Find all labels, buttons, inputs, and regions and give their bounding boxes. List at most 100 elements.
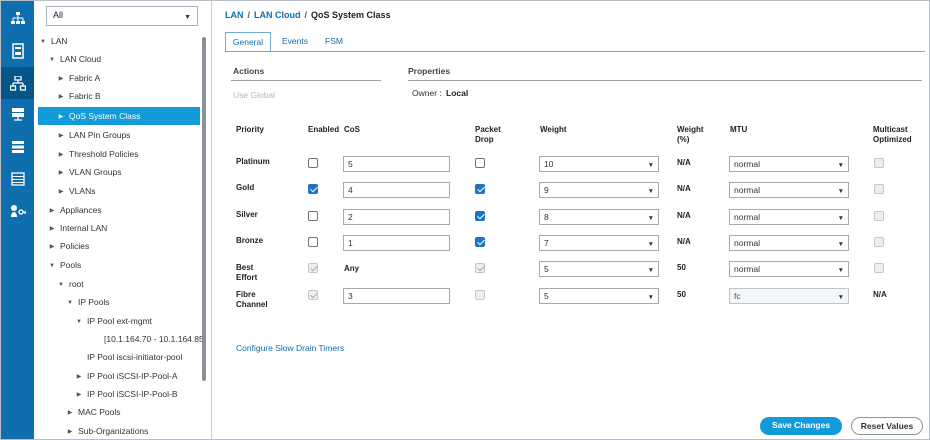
expand-down-icon[interactable]: ▼ [56, 276, 66, 294]
expand-down-icon[interactable]: ▼ [47, 51, 57, 69]
tab-general[interactable]: General [225, 32, 271, 52]
breadcrumb-lan-cloud[interactable]: LAN Cloud [254, 10, 301, 20]
expand-right-icon[interactable]: ▶ [47, 238, 57, 256]
expand-down-icon[interactable]: ▼ [47, 257, 57, 275]
expand-right-icon[interactable]: ▶ [65, 423, 75, 440]
tree-item[interactable]: ▶ Sub-Organizations [35, 422, 203, 440]
dropdown-arrow-icon: ▼ [647, 162, 654, 169]
reset-values-button[interactable]: Reset Values [851, 417, 923, 435]
enabled-checkbox[interactable] [308, 237, 318, 247]
tree-item[interactable]: ▶ VLAN Groups [35, 163, 203, 181]
tree-item[interactable]: ▶ Appliances [35, 201, 203, 219]
mtu-select[interactable]: normal ▼ [729, 156, 849, 172]
multicast-optimized-checkbox [874, 263, 884, 273]
hierarchy-icon[interactable] [1, 3, 34, 35]
header-enabled: Enabled [308, 125, 340, 134]
weight-select[interactable]: 5 ▼ [539, 288, 659, 304]
expand-right-icon[interactable]: ▶ [65, 404, 75, 422]
mtu-select[interactable]: normal ▼ [729, 209, 849, 225]
tree-item[interactable]: ▼ root [35, 275, 203, 293]
enabled-checkbox[interactable] [308, 211, 318, 221]
tree-item[interactable]: ▶ QoS System Class [38, 107, 200, 125]
network-icon[interactable] [1, 67, 34, 99]
weight-select[interactable]: 7 ▼ [539, 235, 659, 251]
properties-divider [408, 80, 922, 81]
cos-input[interactable]: 5 [343, 156, 450, 172]
tree-item[interactable]: ▶ LAN Pin Groups [35, 126, 203, 144]
tree-item[interactable]: ▼ LAN [35, 32, 203, 50]
enabled-checkbox[interactable] [308, 158, 318, 168]
mtu-select: fc ▼ [729, 288, 849, 304]
tree-item[interactable]: ▶ IP Pool iSCSI-IP-Pool-B [35, 385, 203, 403]
tree-item[interactable]: ▶ Threshold Policies [35, 145, 203, 163]
row-priority-label: Best Effort [236, 263, 258, 282]
weight-select[interactable]: 5 ▼ [539, 261, 659, 277]
expand-down-icon[interactable]: ▼ [38, 33, 48, 51]
tree-item[interactable]: ▼ IP Pools [35, 293, 203, 311]
weight-select[interactable]: 10 ▼ [539, 156, 659, 172]
cos-value: 1 [348, 238, 353, 248]
tree-item[interactable]: ▶ Fabric B [35, 87, 203, 105]
mtu-select[interactable]: normal ▼ [729, 235, 849, 251]
cos-input[interactable]: 1 [343, 235, 450, 251]
mtu-select[interactable]: normal ▼ [729, 182, 849, 198]
tree-item[interactable]: ▼ IP Pool ext-mgmt [35, 312, 203, 330]
expand-right-icon[interactable]: ▶ [56, 127, 66, 145]
expand-right-icon[interactable]: ▶ [56, 183, 66, 201]
packet-drop-checkbox[interactable] [475, 184, 485, 194]
cos-input[interactable]: 2 [343, 209, 450, 225]
expand-right-icon[interactable]: ▶ [47, 220, 57, 238]
tree-item[interactable]: IP Pool iscsi-initiator-pool [35, 348, 203, 366]
list-icon[interactable] [1, 163, 34, 195]
tree-filter-select[interactable]: All ▼ [46, 6, 198, 26]
mtu-value: normal [734, 212, 760, 222]
mtu-value: normal [734, 264, 760, 274]
save-changes-button[interactable]: Save Changes [760, 417, 842, 435]
cos-value: Any [344, 264, 360, 273]
storage-stack-icon[interactable] [1, 131, 34, 163]
packet-drop-checkbox[interactable] [475, 211, 485, 221]
tree-scrollbar[interactable] [202, 37, 206, 381]
packet-drop-checkbox[interactable] [475, 237, 485, 247]
tree-item[interactable]: ▶ VLANs [35, 182, 203, 200]
tree-item[interactable]: ▶ Internal LAN [35, 219, 203, 237]
tab-fsm[interactable]: FSM [318, 32, 350, 52]
tab-events[interactable]: Events [273, 32, 317, 52]
expand-right-icon[interactable]: ▶ [56, 146, 66, 164]
breadcrumb-lan[interactable]: LAN [225, 10, 244, 20]
tree-item[interactable]: ▶ Policies [35, 237, 203, 255]
breadcrumb-separator: / [304, 10, 308, 20]
san-storage-icon[interactable] [1, 99, 34, 131]
expand-right-icon[interactable]: ▶ [47, 202, 57, 220]
tree-item[interactable]: ▶ Fabric A [35, 69, 203, 87]
expand-right-icon[interactable]: ▶ [56, 70, 66, 88]
enabled-checkbox[interactable] [308, 184, 318, 194]
tree-item[interactable]: ▶ IP Pool iSCSI-IP-Pool-A [35, 367, 203, 385]
tree-item-label: LAN [51, 36, 68, 46]
admin-key-icon[interactable] [1, 195, 34, 227]
enabled-checkbox [308, 263, 318, 273]
expand-right-icon[interactable]: ▶ [74, 386, 84, 404]
expand-right-icon[interactable]: ▶ [56, 108, 66, 126]
expand-down-icon[interactable]: ▼ [65, 294, 75, 312]
expand-right-icon[interactable]: ▶ [56, 164, 66, 182]
tree-item[interactable]: [10.1.164.70 - 10.1.164.85] [35, 330, 206, 348]
owner-value: Local [446, 88, 469, 98]
tree-item-label: QoS System Class [69, 111, 141, 121]
tree-item[interactable]: ▼ LAN Cloud [35, 50, 203, 68]
cos-input[interactable]: 4 [343, 182, 450, 198]
expand-right-icon[interactable]: ▶ [56, 88, 66, 106]
server-icon[interactable] [1, 35, 34, 67]
configure-slow-drain-timers-link[interactable]: Configure Slow Drain Timers [236, 343, 344, 353]
tree-item[interactable]: ▼ Pools [35, 256, 203, 274]
mtu-select[interactable]: normal ▼ [729, 261, 849, 277]
expand-right-icon[interactable]: ▶ [74, 368, 84, 386]
weight-select[interactable]: 9 ▼ [539, 182, 659, 198]
packet-drop-checkbox[interactable] [475, 158, 485, 168]
header-priority: Priority [236, 125, 265, 134]
tree-item[interactable]: ▶ MAC Pools [35, 403, 203, 421]
expand-down-icon[interactable]: ▼ [74, 313, 84, 331]
cos-input[interactable]: 3 [343, 288, 450, 304]
row-priority-label: Platinum [236, 157, 270, 166]
weight-select[interactable]: 8 ▼ [539, 209, 659, 225]
